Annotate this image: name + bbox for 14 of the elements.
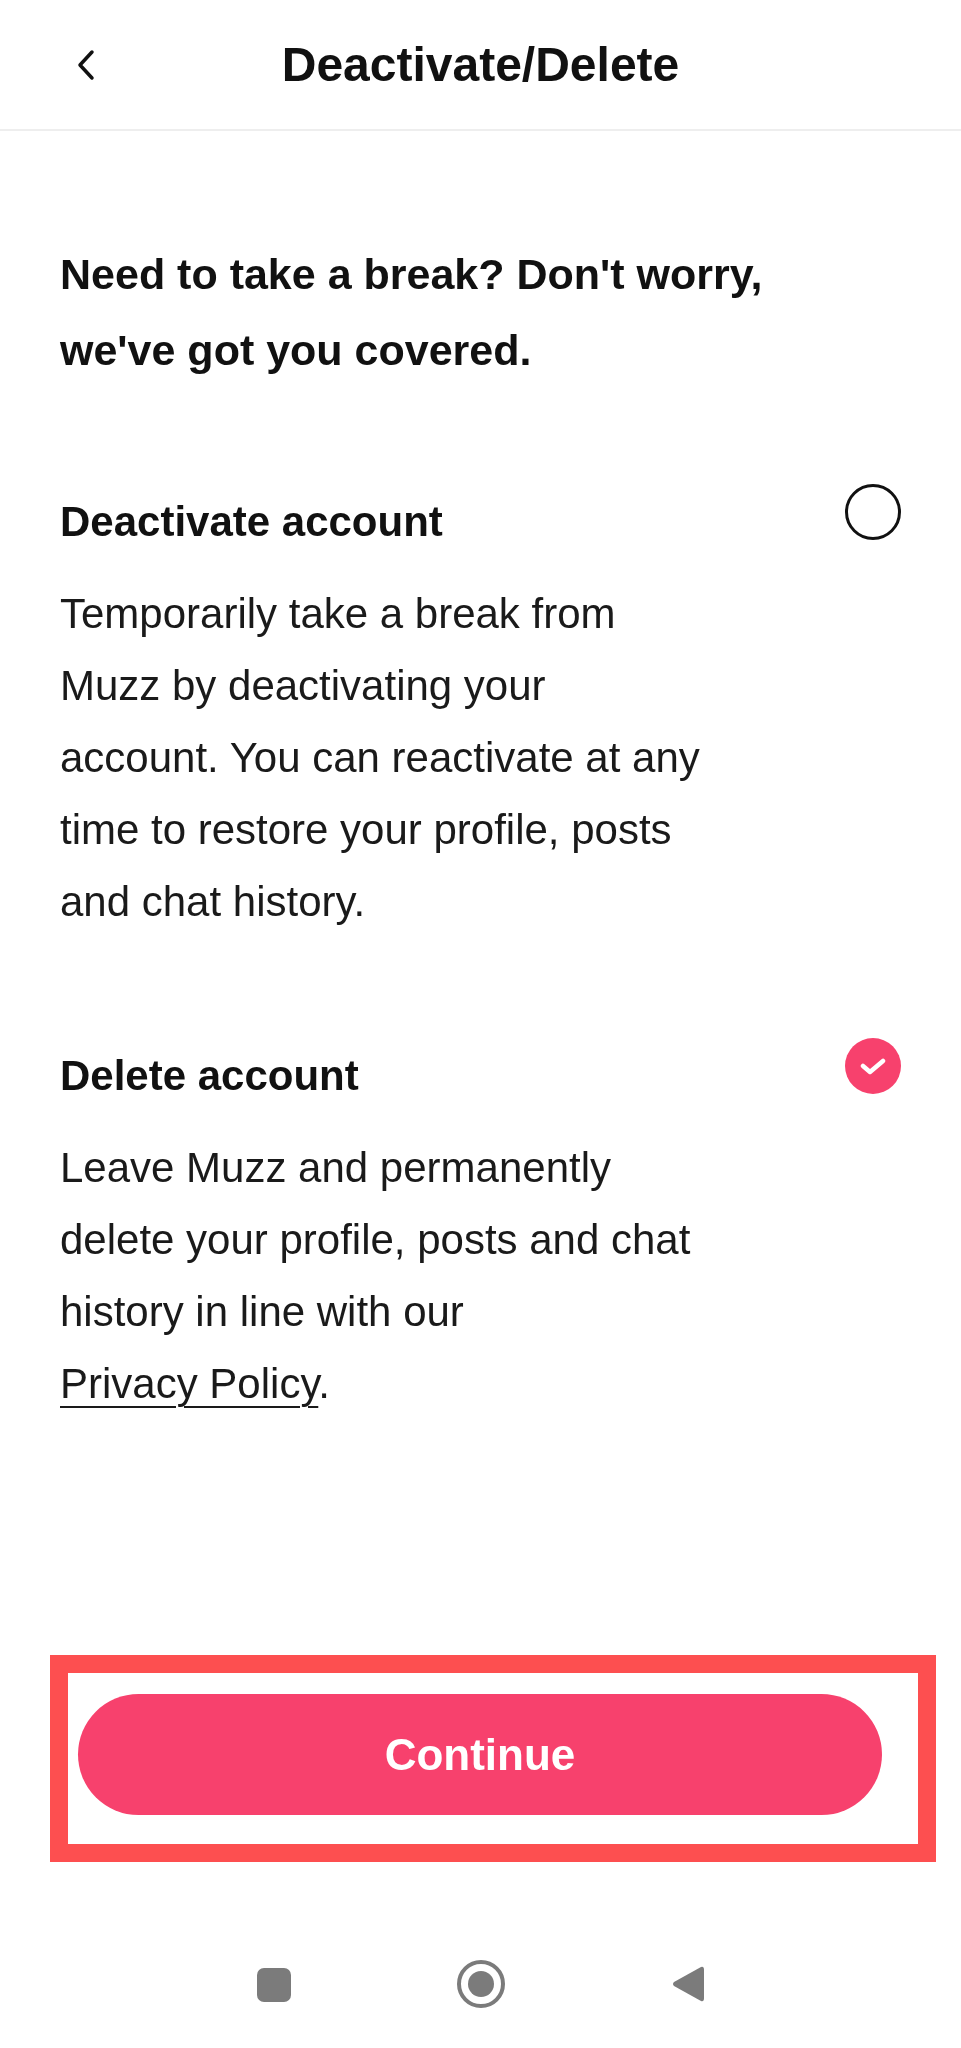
nav-home-icon[interactable] [456, 1960, 505, 2008]
option-description: Leave Muzz and permanently delete your profile, posts and chat history in line with our Privacy Policy. [60, 1143, 692, 1409]
intro-heading: Need to take a break? Don't worry, we've got you covered. [60, 249, 764, 376]
privacy-policy-link[interactable]: Privacy Policy [60, 1360, 319, 1407]
selected-check-icon[interactable] [845, 1038, 901, 1094]
screen-title: Deactivate/Delete [281, 36, 680, 93]
option-description: Temporarily take a break from Muzz by deactivating your account. You can reactivate at any time to restore your profile, posts and chat history. [60, 589, 701, 927]
option-title: Delete account [60, 1051, 359, 1101]
nav-back-icon[interactable] [670, 1964, 705, 2004]
nav-square-icon[interactable] [256, 1968, 291, 2002]
option-title: Deactivate account [60, 497, 443, 547]
back-chevron-icon [77, 48, 95, 81]
continue-button[interactable]: Continue [78, 1694, 882, 1815]
radio-button[interactable] [845, 484, 901, 540]
